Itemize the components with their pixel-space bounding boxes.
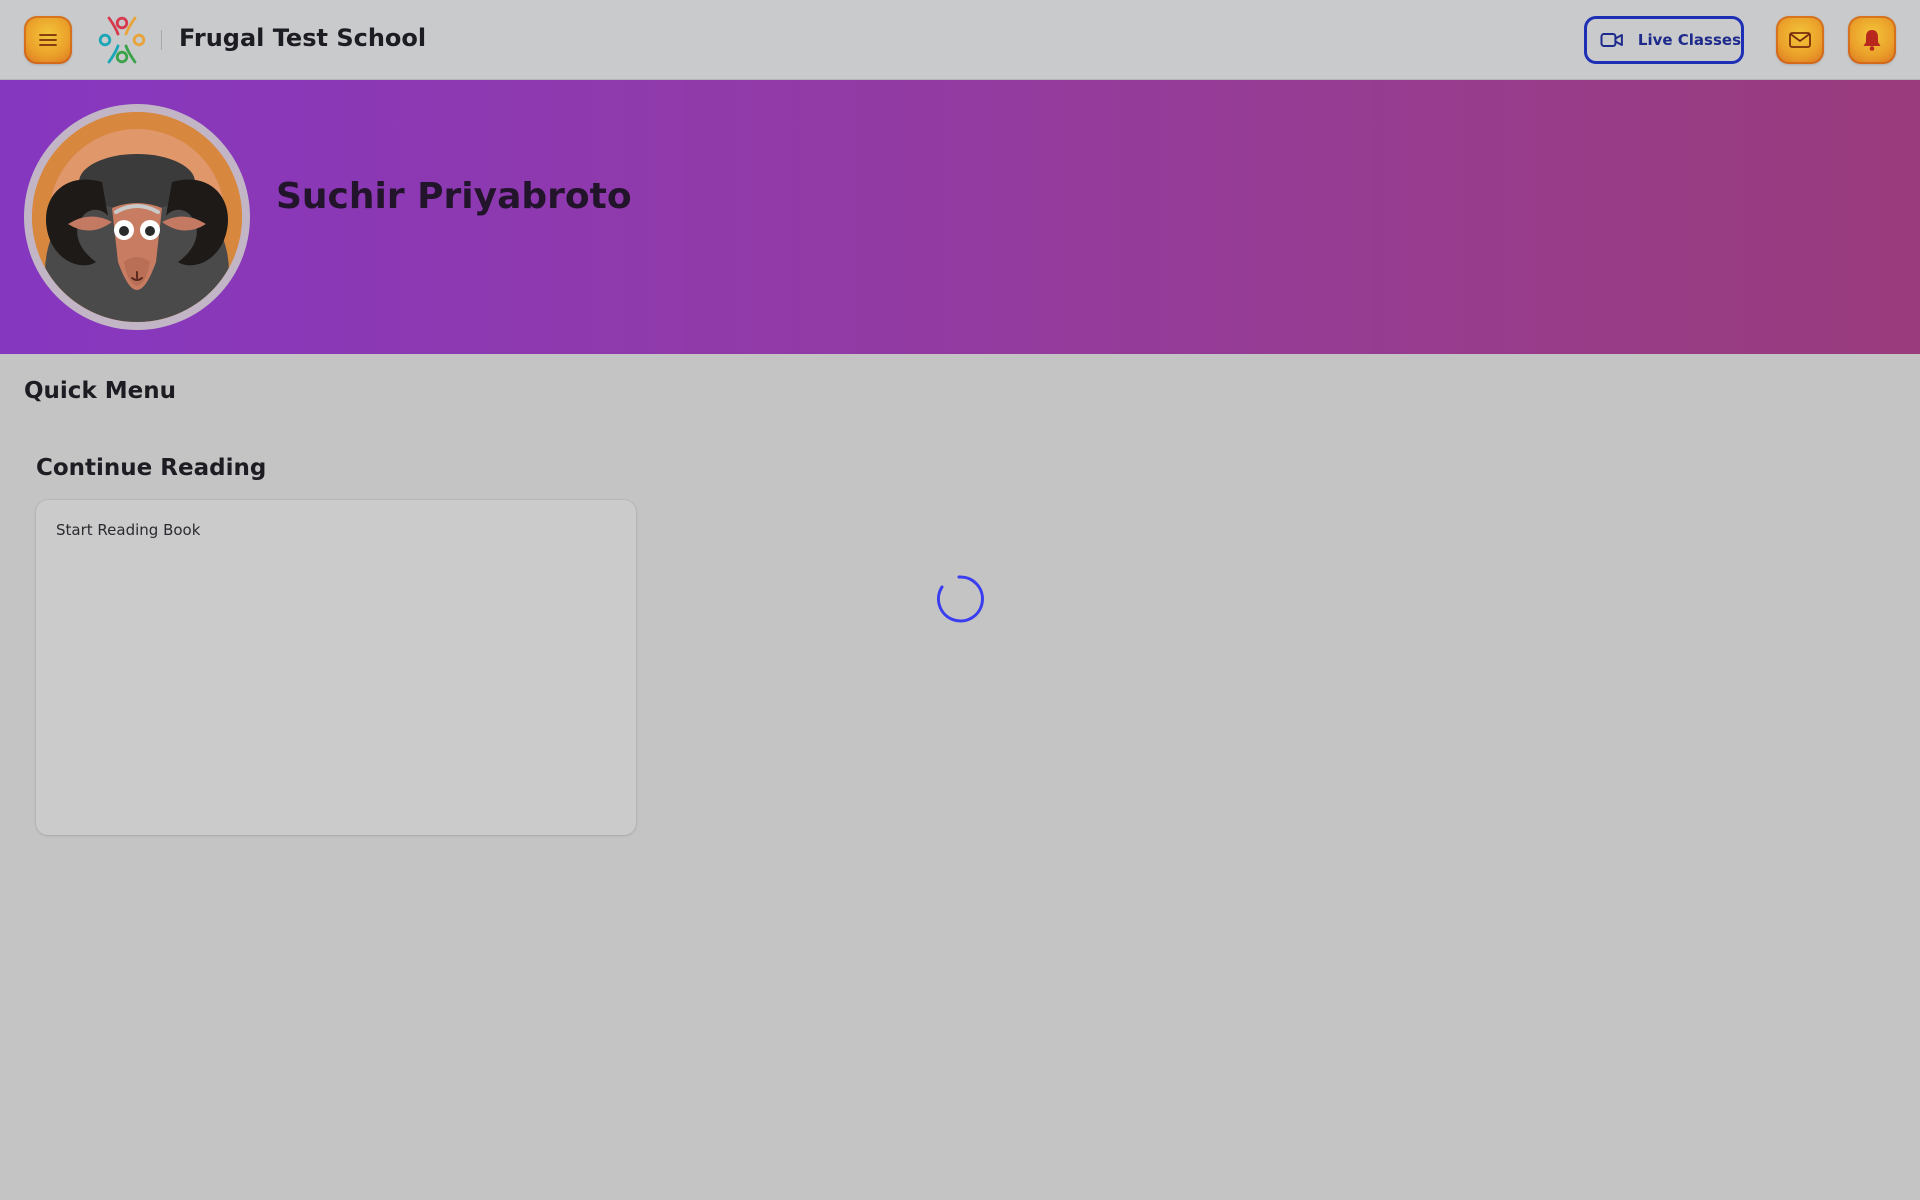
live-classes-button[interactable]: Live Classes <box>1584 16 1744 64</box>
continue-reading-heading: Continue Reading <box>36 455 267 481</box>
top-navigation-bar: Frugal Test School Live Classes <box>0 0 1920 80</box>
loading-spinner-icon <box>937 575 984 623</box>
avatar[interactable] <box>24 104 250 330</box>
bell-icon <box>1863 30 1881 51</box>
ram-avatar <box>32 112 242 322</box>
hamburger-menu-icon <box>39 34 57 46</box>
profile-banner: Suchir Priyabroto <box>0 80 1920 354</box>
continue-reading-card[interactable]: Start Reading Book <box>36 500 636 835</box>
notifications-button[interactable] <box>1848 16 1896 64</box>
mail-button[interactable] <box>1776 16 1824 64</box>
quick-menu-heading: Quick Menu <box>24 378 176 404</box>
school-logo <box>98 16 146 64</box>
menu-button[interactable] <box>24 16 72 64</box>
school-name: Frugal Test School <box>179 24 427 52</box>
start-reading-book-link[interactable]: Start Reading Book <box>56 521 200 539</box>
brand-divider <box>161 30 162 50</box>
mail-icon <box>1789 32 1811 48</box>
video-camera-icon <box>1600 33 1623 47</box>
live-classes-label: Live Classes <box>1637 31 1741 49</box>
student-name: Suchir Priyabroto <box>276 176 632 217</box>
